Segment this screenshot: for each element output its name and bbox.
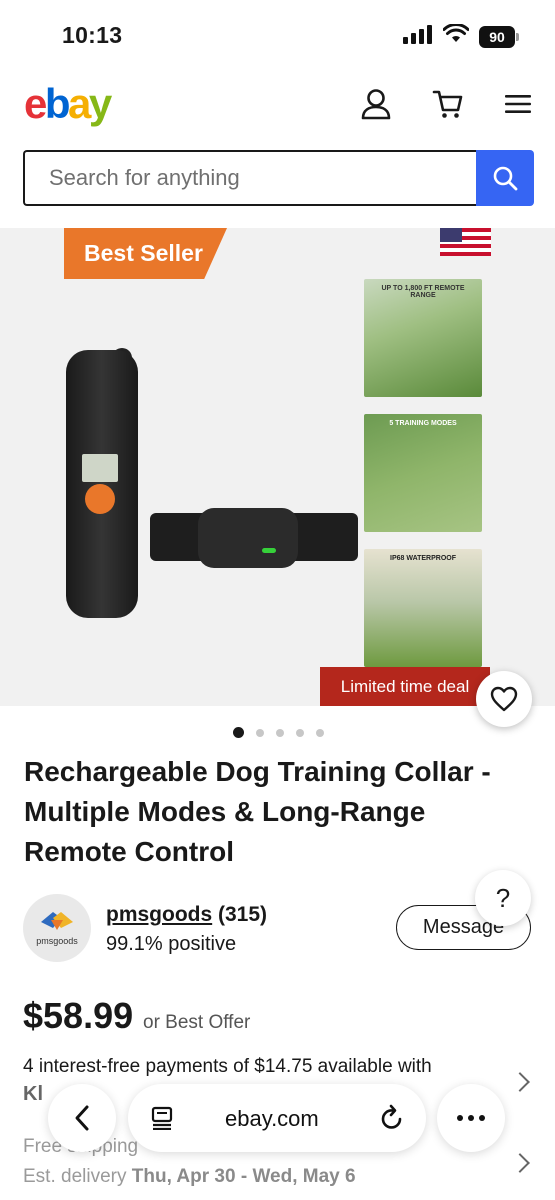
feature-thumbnail-waterproof: IP68 WATERPROOF xyxy=(364,549,482,667)
search-button[interactable] xyxy=(476,150,534,206)
seller-avatar[interactable]: pmsgoods xyxy=(23,894,91,962)
logo-letter-e: e xyxy=(24,80,47,127)
best-offer-label: or Best Offer xyxy=(143,1012,251,1033)
carousel-dot[interactable] xyxy=(276,728,284,737)
ebay-logo[interactable]: ebay xyxy=(24,80,112,128)
seller-feedback-percent: 99.1% positive xyxy=(106,933,237,955)
carousel-dot[interactable] xyxy=(233,727,244,738)
seller-name[interactable]: pmsgoods (315) xyxy=(106,903,267,927)
carousel-dot[interactable] xyxy=(296,728,304,737)
status-time: 10:13 xyxy=(62,22,123,48)
product-gallery[interactable]: Best Seller UP TO 1,800 FT REMOTE RANGE … xyxy=(0,228,555,706)
watchlist-button[interactable] xyxy=(476,671,532,727)
payment-plan-text[interactable]: 4 interest-free payments of $14.75 avail… xyxy=(23,1056,432,1078)
remote-button xyxy=(85,484,115,514)
delivery-prefix: Est. delivery xyxy=(23,1166,132,1187)
status-bar: 10:13 90 xyxy=(0,0,555,70)
chevron-left-icon xyxy=(75,1105,89,1131)
heart-icon xyxy=(490,686,518,712)
thumbnail-caption: UP TO 1,800 FT REMOTE RANGE xyxy=(381,285,465,299)
seller-username-link[interactable]: pmsgoods xyxy=(106,903,212,926)
site-header: ebay xyxy=(0,78,555,134)
carousel-dots[interactable] xyxy=(233,727,324,738)
thumbnail-caption: 5 TRAINING MODES xyxy=(389,420,457,427)
more-button[interactable] xyxy=(437,1084,505,1152)
menu-icon[interactable] xyxy=(500,86,536,122)
browser-toolbar: ebay.com xyxy=(0,1080,555,1160)
signal-icon xyxy=(403,24,433,49)
page-menu-icon xyxy=(151,1106,173,1130)
delivery-dates: Thu, Apr 30 - Wed, May 6 xyxy=(131,1166,356,1187)
limited-time-deal-banner: Limited time deal xyxy=(320,667,490,706)
logo-letter-a: a xyxy=(68,80,91,127)
search-bar: Search for anything xyxy=(23,150,534,206)
reload-icon[interactable] xyxy=(379,1104,405,1132)
us-flag-icon xyxy=(440,228,491,256)
avatar-label: pmsgoods xyxy=(36,936,78,946)
seller-feedback-count: (315) xyxy=(212,903,268,926)
search-icon xyxy=(493,166,518,191)
best-seller-badge: Best Seller xyxy=(64,228,227,279)
url-text: ebay.com xyxy=(225,1106,319,1131)
carousel-dot[interactable] xyxy=(316,728,324,737)
product-title: Rechargeable Dog Training Collar - Multi… xyxy=(24,756,491,867)
search-input[interactable]: Search for anything xyxy=(23,150,476,206)
remote-screen xyxy=(82,454,118,482)
logo-letter-b: b xyxy=(44,80,71,127)
more-dots-icon xyxy=(457,1115,485,1121)
collar-led xyxy=(262,548,276,553)
battery-indicator: 90 xyxy=(479,25,519,48)
carousel-dot[interactable] xyxy=(256,728,264,737)
back-button[interactable] xyxy=(48,1084,116,1152)
collar-receiver-image xyxy=(198,508,298,568)
help-button[interactable]: ? xyxy=(475,870,531,926)
logo-letter-y: y xyxy=(88,80,112,127)
cart-icon[interactable] xyxy=(430,86,466,122)
account-icon[interactable] xyxy=(358,86,394,122)
wifi-icon xyxy=(442,23,470,49)
product-price: $58.99 xyxy=(23,995,134,1036)
feature-thumbnail-modes: 5 TRAINING MODES xyxy=(364,414,482,532)
thumbnail-caption: IP68 WATERPROOF xyxy=(390,555,456,562)
status-icons: 90 xyxy=(403,23,519,49)
feature-thumbnail-range: UP TO 1,800 FT REMOTE RANGE xyxy=(364,279,482,397)
address-bar[interactable]: ebay.com xyxy=(128,1084,426,1152)
delivery-estimate: Est. delivery Thu, Apr 30 - Wed, May 6 xyxy=(23,1166,356,1188)
